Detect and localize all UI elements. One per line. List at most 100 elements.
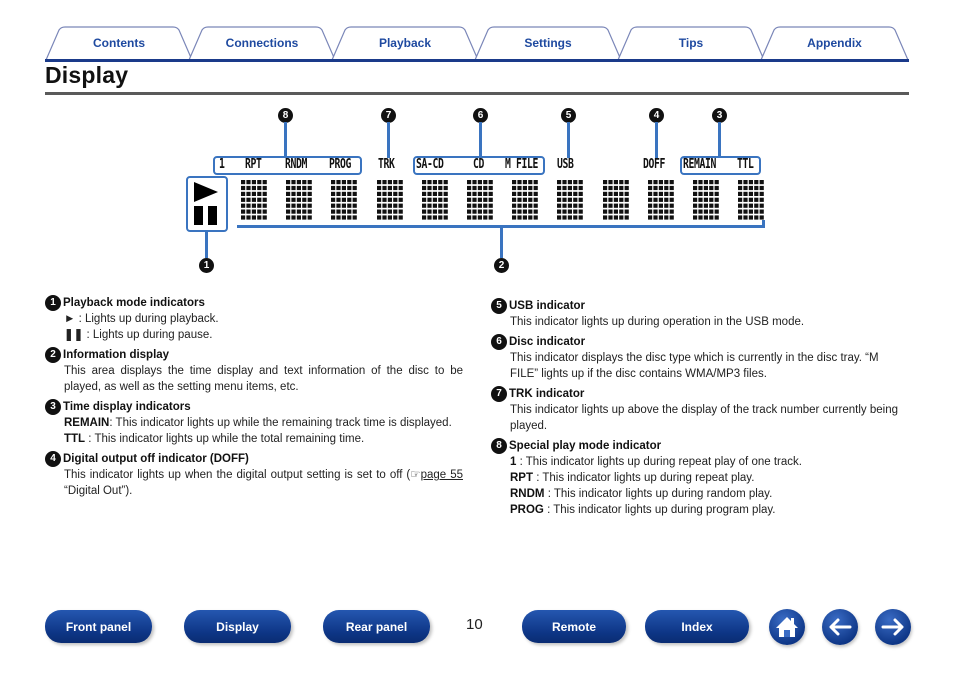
dot	[483, 203, 488, 208]
dot-matrix-character	[512, 180, 538, 220]
dot	[698, 185, 703, 191]
rear-panel-button[interactable]: Rear panel	[323, 610, 430, 643]
dot	[693, 203, 698, 208]
dot	[759, 185, 764, 191]
dot	[347, 215, 352, 220]
dot	[286, 191, 291, 196]
dot	[437, 197, 443, 202]
dot	[562, 215, 567, 220]
dot	[693, 215, 698, 220]
tab-label: Appendix	[807, 36, 862, 50]
dot	[754, 180, 759, 185]
dot	[342, 180, 347, 185]
dot	[352, 197, 358, 202]
item-title: Playback mode indicators	[63, 297, 205, 309]
dot	[291, 203, 296, 208]
dot	[427, 209, 432, 214]
dot	[669, 203, 674, 208]
dot	[427, 180, 432, 185]
dot	[251, 191, 256, 196]
dot	[602, 185, 607, 191]
index-button[interactable]: Index	[645, 610, 749, 643]
dot	[669, 215, 674, 220]
forward-button[interactable]	[875, 609, 911, 645]
item-text: This indicator lights up during operatio…	[510, 316, 805, 328]
dot	[398, 197, 403, 202]
dot	[759, 203, 764, 208]
dot	[472, 197, 477, 202]
dot	[653, 180, 658, 185]
callout-6: 6	[473, 108, 488, 123]
dot	[618, 191, 623, 196]
dot	[381, 209, 387, 214]
number-badge: 5	[491, 298, 507, 314]
dot	[392, 197, 397, 202]
tabs-underline	[45, 59, 909, 62]
dot	[748, 203, 754, 208]
dot	[286, 185, 291, 191]
tab-settings[interactable]: Settings	[474, 26, 622, 61]
tab-tips[interactable]: Tips	[617, 26, 765, 61]
play-description: : Lights up during playback.	[75, 313, 219, 325]
dot	[286, 215, 291, 220]
dot	[512, 215, 517, 220]
time-group-box	[680, 156, 761, 175]
dot	[286, 209, 291, 214]
dot	[443, 203, 448, 208]
dot	[437, 191, 443, 196]
dot	[703, 197, 708, 202]
description-column-right: 5 USB indicator This indicator lights up …	[491, 298, 909, 522]
tab-label: Playback	[378, 36, 432, 50]
dot	[709, 180, 714, 185]
tab-connections[interactable]: Connections	[188, 26, 336, 61]
tab-appendix[interactable]: Appendix	[760, 26, 909, 61]
top-tabs: Contents Connections Playback Settings T…	[45, 26, 909, 62]
dot	[342, 185, 347, 191]
item-text: This area displays the time display and …	[64, 365, 463, 393]
dot	[392, 215, 397, 220]
dot	[307, 191, 312, 196]
home-button[interactable]	[769, 609, 805, 645]
tab-label: Connections	[225, 36, 299, 50]
dot	[246, 197, 251, 202]
special-row: 1 : This indicator lights up during repe…	[510, 454, 909, 470]
dot	[467, 197, 472, 202]
leader-line-6	[479, 122, 482, 158]
dot	[241, 197, 246, 202]
dot	[709, 215, 714, 220]
number-badge: 1	[45, 295, 61, 311]
tab-playback[interactable]: Playback	[331, 26, 479, 61]
dot	[698, 191, 703, 196]
dot	[607, 180, 613, 185]
dot	[257, 203, 262, 208]
dot	[522, 197, 528, 202]
dot	[738, 197, 743, 202]
page-55-link[interactable]: page 55	[421, 469, 463, 481]
display-button[interactable]: Display	[184, 610, 291, 643]
row-text: : This indicator lights up during random…	[544, 488, 773, 500]
dot	[698, 197, 703, 202]
dot	[533, 185, 538, 191]
dot	[336, 215, 341, 220]
dot	[347, 197, 352, 202]
dot	[738, 191, 743, 196]
dot	[709, 209, 714, 214]
dot-matrix-character	[738, 180, 764, 220]
item-title: Information display	[63, 349, 170, 361]
dot	[302, 203, 307, 208]
play-icon: ►	[64, 313, 76, 325]
leader-line-1	[205, 230, 208, 258]
back-button[interactable]	[822, 609, 858, 645]
dot	[573, 185, 578, 191]
dot	[387, 203, 392, 208]
dot	[743, 185, 748, 191]
dot-matrix-character	[421, 180, 448, 220]
indicator-cd: CD	[473, 157, 484, 172]
dot	[693, 185, 698, 191]
dot	[336, 180, 341, 185]
remote-button[interactable]: Remote	[522, 610, 626, 643]
dot	[262, 197, 267, 202]
tab-contents[interactable]: Contents	[45, 26, 193, 61]
description-column-left: 1 Playback mode indicators ► : Lights up …	[45, 295, 463, 503]
front-panel-button[interactable]: Front panel	[45, 610, 152, 643]
